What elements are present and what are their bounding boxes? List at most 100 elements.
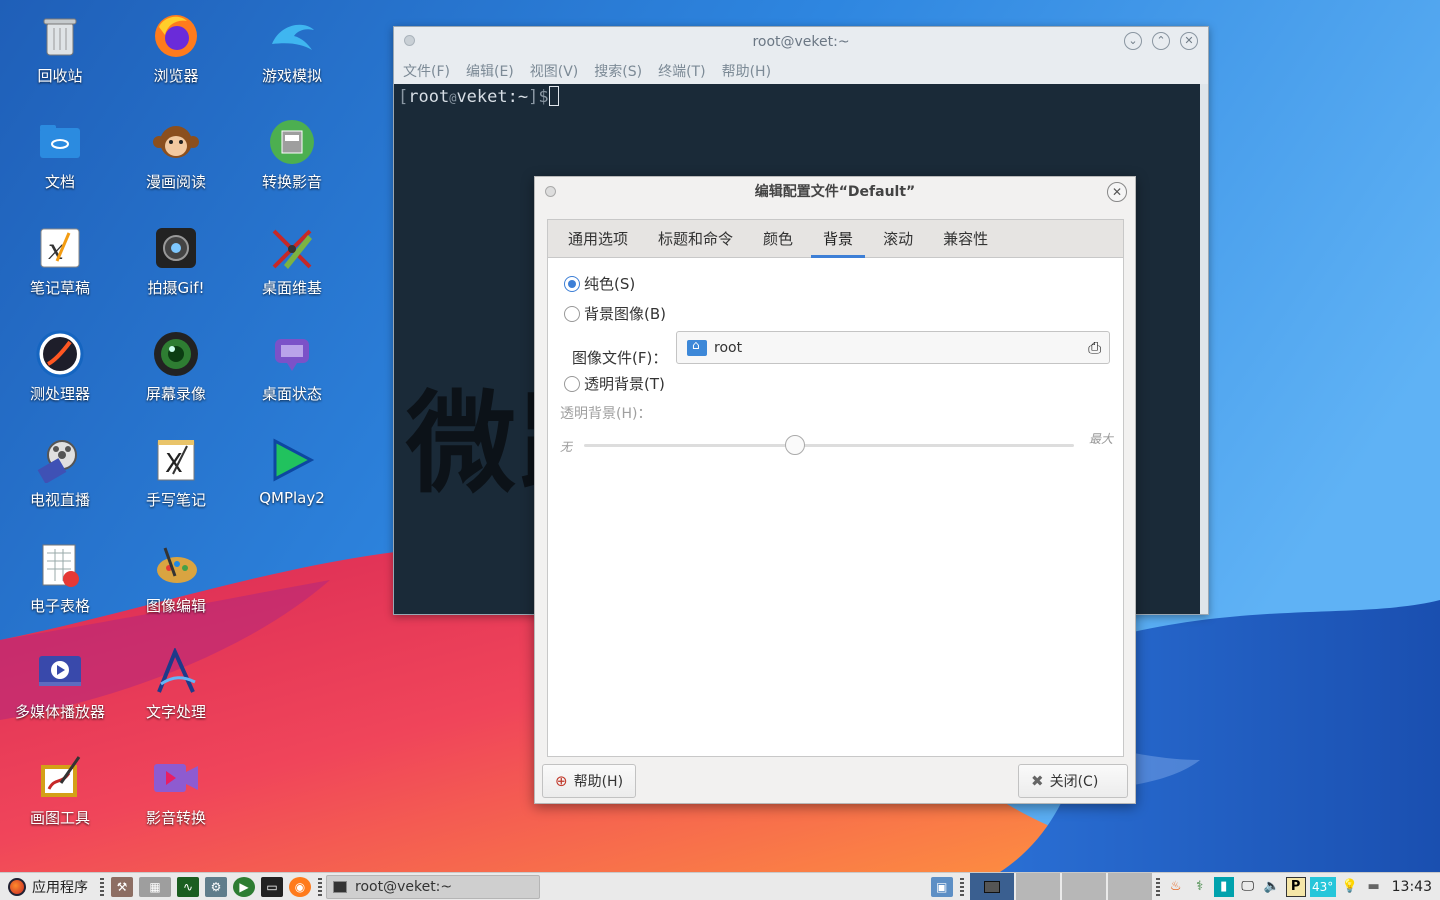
lens-icon (152, 330, 200, 378)
workspace-3[interactable] (1061, 872, 1106, 900)
desktop-icon-label: 画图工具 (29, 809, 90, 827)
tray-drive-icon[interactable]: ▬ (1364, 877, 1384, 897)
image-file-chooser[interactable]: root ⎙ (676, 331, 1110, 364)
terminal-titlebar[interactable]: root@veket:~ ⌄ ⌃ ✕ (394, 27, 1208, 57)
menu-terminal[interactable]: 终端(T) (658, 61, 705, 81)
slider-handle[interactable] (784, 435, 805, 455)
desktop-icon-drawing-tool[interactable]: 画图工具 (2, 744, 118, 844)
separator (100, 877, 104, 896)
minimize-button[interactable]: ⌄ (1124, 32, 1142, 50)
shell-prompt: [root@veket:~]$ (398, 86, 559, 107)
dialog-close-icon[interactable]: ✕ (1107, 182, 1127, 202)
desktop-icon-label: 电视直播 (29, 491, 90, 509)
desktop-icon-qmplay2[interactable]: QMPlay2 (234, 426, 350, 526)
xournal-icon: x (36, 224, 84, 272)
quicklaunch-terminal-icon[interactable]: ▭ (261, 876, 283, 897)
processor-icon (36, 330, 84, 378)
transparency-slider[interactable] (584, 435, 1074, 455)
desktop-icon-processor-test[interactable]: 测处理器 (2, 320, 118, 420)
quicklaunch-firefox-icon[interactable]: ◉ (289, 876, 311, 897)
desktop-icon-gif-capture[interactable]: 拍摄Gif! (118, 214, 234, 314)
drawing-tool-icon (36, 754, 84, 802)
desktop-icon-trash[interactable]: 回收站 (2, 2, 118, 102)
close-x-icon: ✖ (1031, 772, 1044, 790)
tray-p-icon[interactable]: P (1285, 876, 1306, 897)
tab-scrolling[interactable]: 滚动 (871, 220, 925, 257)
desktop-icon-screen-recorder[interactable]: 屏幕录像 (118, 320, 234, 420)
desktop-icon-handwriting-notes[interactable]: X 手写笔记 (118, 426, 234, 526)
menu-edit[interactable]: 编辑(E) (466, 61, 514, 81)
profile-notebook: 通用选项 标题和命令 颜色 背景 滚动 兼容性 纯色(S) 背景图像(B) 图像… (547, 219, 1124, 757)
tray-temperature[interactable]: 43° (1309, 876, 1336, 897)
media-player-icon (36, 648, 84, 696)
desktop-icon-desktop-wiki[interactable]: 桌面维基 (234, 214, 350, 314)
profile-dialog[interactable]: 编辑配置文件“Default” ✕ 通用选项 标题和命令 颜色 背景 滚动 兼容… (534, 176, 1136, 804)
clock[interactable]: 13:43 (1392, 879, 1432, 895)
tray-fire-icon[interactable]: ♨ (1166, 877, 1186, 897)
quicklaunch-monitor-icon[interactable]: ∿ (177, 876, 199, 897)
tab-compatibility[interactable]: 兼容性 (931, 220, 1000, 257)
maximize-button[interactable]: ⌃ (1152, 32, 1170, 50)
applications-menu-button[interactable]: 应用程序 (0, 873, 96, 900)
radio-indicator-checked[interactable] (564, 275, 580, 292)
desktop-icon-video-convert[interactable]: 影音转换 (118, 744, 234, 844)
transparency-label: 透明背景(H)： (560, 406, 652, 422)
workspace-2[interactable] (1015, 872, 1060, 900)
film-convert-icon (268, 118, 316, 166)
desktop-icon-media-player[interactable]: 多媒体播放器 (2, 638, 118, 738)
help-button[interactable]: ⊕ 帮助(H) (542, 764, 637, 798)
desktop-icon-tv-live[interactable]: 电视直播 (2, 426, 118, 526)
menu-view[interactable]: 视图(V) (530, 61, 579, 81)
menu-help[interactable]: 帮助(H) (722, 61, 771, 81)
radio-indicator[interactable] (564, 375, 580, 392)
desktop-icon-label: 电子表格 (29, 597, 90, 615)
tab-general[interactable]: 通用选项 (556, 220, 640, 257)
tray-volume-icon[interactable]: 🔈 (1262, 877, 1282, 897)
desktop-icon-game-emulator[interactable]: 游戏模拟 (234, 2, 350, 102)
desktop-icon-notes-draft[interactable]: x 笔记草稿 (2, 214, 118, 314)
desktop-icon-label: 测处理器 (29, 385, 90, 403)
menu-search[interactable]: 搜索(S) (594, 61, 642, 81)
close-button-label: 关闭(C) (1049, 774, 1099, 790)
desktop-icon-comic-reader[interactable]: 漫画阅读 (118, 108, 234, 208)
desktop-icon-label: 回收站 (37, 67, 83, 85)
desktop-icon-browser[interactable]: 浏览器 (118, 2, 234, 102)
quicklaunch-tools-icon[interactable]: ⚒ (111, 876, 133, 897)
tray-screenshot-icon[interactable]: ▣ (930, 876, 953, 897)
menu-file[interactable]: 文件(F) (403, 61, 450, 81)
close-button[interactable]: ✕ (1180, 32, 1198, 50)
tab-colors[interactable]: 颜色 (751, 220, 805, 257)
terminal-scrollbar[interactable] (1200, 84, 1208, 614)
close-dialog-button[interactable]: ✖ 关闭(C) (1018, 764, 1128, 798)
quicklaunch-media-icon[interactable]: ▶ (233, 876, 255, 897)
desktop-icon-desktop-status[interactable]: 桌面状态 (234, 320, 350, 420)
radio-background-image[interactable]: 背景图像(B) (564, 303, 666, 324)
workspace-4[interactable] (1107, 872, 1152, 900)
window-menu-dot[interactable] (404, 35, 415, 46)
desktop-icon-spreadsheet[interactable]: 电子表格 (2, 532, 118, 632)
desktop-icon-image-editor[interactable]: 图像编辑 (118, 532, 234, 632)
tab-title-command[interactable]: 标题和命令 (646, 220, 745, 257)
radio-indicator[interactable] (564, 305, 580, 322)
trash-icon (36, 12, 84, 60)
desktop-icon-convert-media[interactable]: 转换影音 (234, 108, 350, 208)
tray-network-icon[interactable]: ⚕ (1190, 877, 1210, 897)
radio-solid-color[interactable]: 纯色(S) (564, 273, 635, 294)
tray-display-icon[interactable]: 🖵 (1238, 877, 1258, 897)
window-menu-dot[interactable] (545, 186, 556, 197)
quicklaunch-keyboard-icon[interactable]: ▦ (139, 876, 171, 897)
workspace-1[interactable] (969, 872, 1014, 900)
quicklaunch-settings-icon[interactable]: ⚙ (205, 876, 227, 897)
tab-background[interactable]: 背景 (811, 220, 866, 258)
taskbar-item-terminal[interactable]: root@veket:~ (326, 874, 540, 899)
terminal-icon (333, 880, 347, 893)
monkey-icon (152, 118, 200, 166)
prompt-path: :~ (507, 87, 529, 107)
prompt-bracket-close: ]$ (528, 87, 549, 107)
desktop-icon-documents[interactable]: 文档 (2, 108, 118, 208)
tray-bulb-icon[interactable]: 💡 (1340, 877, 1360, 897)
tray-chart-icon[interactable]: ▮ (1213, 876, 1234, 897)
desktop-icon-word-processor[interactable]: 文字处理 (118, 638, 234, 738)
dialog-titlebar[interactable]: 编辑配置文件“Default” ✕ (535, 177, 1135, 207)
radio-transparent-background[interactable]: 透明背景(T) (564, 373, 665, 394)
